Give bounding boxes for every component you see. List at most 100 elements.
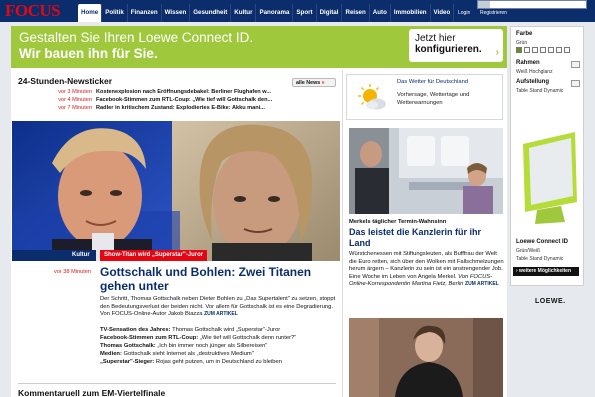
register-link[interactable]: Registrieren <box>480 10 507 16</box>
merkel-kicker: Merkels täglicher Termin-Wahnsinn <box>349 219 447 225</box>
nav-sport[interactable]: Sport <box>293 4 317 22</box>
lead-timestamp: vor 38 Minuten <box>53 269 91 275</box>
weather-subtitle: Vorhersage, Wettertage und Wetterwarnung… <box>397 92 470 106</box>
sun-cloud-icon <box>358 84 386 110</box>
lead-teaser: Der Schritt, Thomas Gottschalk neben Die… <box>100 296 338 319</box>
color-swatch[interactable] <box>516 47 522 53</box>
merkel-story-image[interactable] <box>349 128 503 214</box>
color-swatch[interactable] <box>548 47 554 53</box>
related-links: TV-Sensation des Jahres: Thomas Gottscha… <box>100 326 340 366</box>
chevron-right-icon: › <box>495 47 499 58</box>
ticker-text: Radler in kritischem Zustand: Explodiert… <box>96 105 265 111</box>
color-swatch[interactable] <box>532 47 538 53</box>
banner-subline: Wir bauen ihn für Sie. <box>19 46 158 61</box>
frame-option-toggle[interactable] <box>571 61 580 68</box>
nav-wissen[interactable]: Wissen <box>162 4 191 22</box>
related-link[interactable]: „Superstar"-Sieger: Rojas geht putzen, u… <box>100 358 340 366</box>
merkel-headline[interactable]: Das leistet die Kanzlerin für ihr Land <box>349 227 505 248</box>
nav-kultur[interactable]: Kultur <box>231 4 257 22</box>
cta-line2: konfigurieren. <box>415 44 482 55</box>
ad-stand-value: Table Stand Dynamic <box>516 88 564 94</box>
color-swatch[interactable] <box>564 47 570 53</box>
related-text: „Wie tief will Gottschalk denn runter?" <box>199 335 297 341</box>
ticker-item[interactable]: vor 4 Minuten Facebook-Stimmen zum RTL-C… <box>18 97 338 105</box>
nav-gesundheit[interactable]: Gesundheit <box>190 4 232 22</box>
related-link[interactable]: TV-Sensation des Jahres: Thomas Gottscha… <box>100 326 340 334</box>
weather-widget[interactable]: Das Wetter für Deutschland Vorhersage, W… <box>346 74 503 120</box>
ad-model-name: Loewe Connect ID <box>516 239 569 245</box>
color-swatch[interactable] <box>540 47 546 53</box>
ad-color-value: Grün <box>516 40 528 46</box>
related-link[interactable]: Facebook-Stimmen zum RTL-Coup: „Wie tief… <box>100 334 340 342</box>
nav-home[interactable]: Home <box>78 4 103 22</box>
nav-politik[interactable]: Politik <box>102 4 128 22</box>
ad-frame-value: Weiß Hochglanz <box>516 69 553 75</box>
column-divider <box>342 70 343 397</box>
nav-reisen[interactable]: Reisen <box>342 4 370 22</box>
related-kicker: Thomas Gottschalk: <box>100 343 156 349</box>
banner-headline: Gestalten Sie Ihren Loewe Connect ID. <box>19 30 254 45</box>
nav-panorama[interactable]: Panorama <box>256 4 294 22</box>
ticker-time: vor 7 Minuten <box>58 105 92 111</box>
related-kicker: „Superstar"-Sieger: <box>100 359 155 365</box>
focus-logo[interactable]: FOCUS <box>5 2 75 19</box>
loewe-banner-ad[interactable]: Gestalten Sie Ihren Loewe Connect ID. Wi… <box>11 26 507 68</box>
ticker-item[interactable]: vor 7 Minuten Radler in kritischem Zusta… <box>18 105 338 113</box>
related-text: Rojas geht putzen, um in Deutschland zu … <box>155 359 282 365</box>
search-button[interactable] <box>478 1 490 8</box>
ad-stand-label: Aufstellung <box>516 79 549 85</box>
ad-model-spec: Table Stand Dynamic <box>516 256 564 262</box>
double-chevron-icon: » <box>321 80 325 86</box>
lead-kicker[interactable]: Show-Titan wird „Superstar"-Juror <box>100 250 208 261</box>
main-nav: Home Politik Finanzen Wissen Gesundheit … <box>78 4 455 22</box>
nav-digital[interactable]: Digital <box>317 4 343 22</box>
musician-photo <box>349 318 503 397</box>
related-text: Thomas Gottschalk wird „Superstar"-Juror <box>172 327 281 333</box>
related-link[interactable]: Thomas Gottschalk: „Ich bin immer noch j… <box>100 342 340 350</box>
tv-product-image <box>523 132 577 224</box>
lead-photo <box>12 121 340 261</box>
ticker-text: Facebook-Stimmen zum RTL-Coup: „Wie tief… <box>96 97 273 103</box>
ticker-text: Kostenexplosion nach Eröffnungsdebakel: … <box>96 89 272 95</box>
ad-model-spec: Grün/Weiß <box>516 248 541 254</box>
read-more-link[interactable]: ZUM ARTIKEL <box>204 311 238 317</box>
ad-frame-label: Rahmen <box>516 60 540 66</box>
newsticker-title: 24-Stunden-Newsticker <box>18 76 112 86</box>
related-link[interactable]: Medien: Gottschalk sieht Internet als „d… <box>100 350 340 358</box>
nav-immobilien[interactable]: Immobilien <box>391 4 431 22</box>
login-link[interactable]: Login <box>458 10 470 16</box>
cta-line1: Jetzt hier <box>415 33 456 44</box>
section-divider <box>18 383 336 384</box>
ticker-item[interactable]: vor 3 Minuten Kostenexplosion nach Eröff… <box>18 89 338 97</box>
related-text: „Ich bin immer noch jünger als Silbereis… <box>157 343 268 349</box>
third-story-image[interactable] <box>349 318 503 397</box>
nav-video[interactable]: Video <box>431 4 455 22</box>
related-kicker: Medien: <box>100 351 122 357</box>
related-text: Gottschalk sieht Internet als „destrukti… <box>123 351 254 357</box>
nav-finanzen[interactable]: Finanzen <box>128 4 162 22</box>
color-swatches <box>516 47 570 53</box>
read-more-link[interactable]: ZUM ARTIKEL <box>465 281 499 287</box>
configure-button[interactable]: Jetzt hier konfigurieren. › <box>409 29 503 62</box>
color-swatch[interactable] <box>524 47 530 53</box>
bottom-section-title[interactable]: Kommentaruell zum EM-Viertelfinale <box>18 388 165 397</box>
weather-title: Das Wetter für Deutschland <box>397 79 469 85</box>
lead-headline[interactable]: Gottschalk und Bohlen: Zwei Titanen gehe… <box>100 265 336 293</box>
ad-color-label: Farbe <box>516 31 533 37</box>
merkel-photo <box>349 128 503 214</box>
stand-option-toggle[interactable] <box>571 80 580 87</box>
lead-story-image[interactable] <box>12 121 340 261</box>
more-options-button[interactable]: › weitere Möglichkeiten <box>513 267 579 276</box>
related-kicker: Facebook-Stimmen zum RTL-Coup: <box>100 335 199 341</box>
loewe-logo: LOEWE. <box>535 298 566 305</box>
ticker-time: vor 4 Minuten <box>58 97 92 103</box>
all-news-label: alle News <box>296 80 321 86</box>
merkel-teaser: Würstchenessen mit Stiftungsleuten, als … <box>349 251 505 289</box>
all-news-button[interactable]: alle News » <box>292 78 336 87</box>
section-label[interactable]: Kultur <box>12 250 96 261</box>
related-kicker: TV-Sensation des Jahres: <box>100 327 171 333</box>
color-swatch[interactable] <box>556 47 562 53</box>
ticker-time: vor 3 Minuten <box>58 89 92 95</box>
nav-auto[interactable]: Auto <box>370 4 391 22</box>
search-input[interactable] <box>477 0 587 9</box>
